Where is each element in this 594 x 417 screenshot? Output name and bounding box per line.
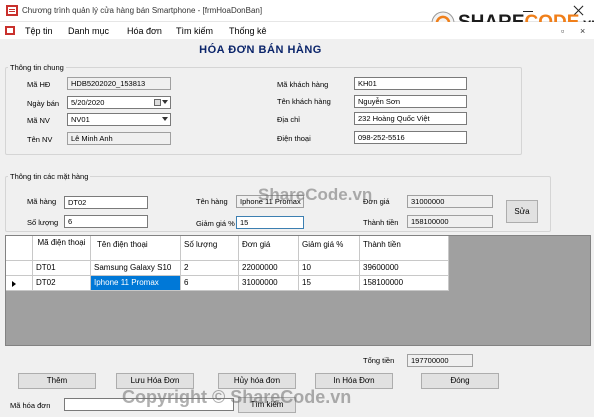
- cell-ten-dt-selected[interactable]: Iphone 11 Promax: [91, 276, 181, 290]
- mdi-close-button[interactable]: ×: [580, 26, 585, 36]
- ngay-ban-datepicker[interactable]: 5/20/2020: [67, 96, 171, 109]
- thanh-tien-field[interactable]: 158100000: [407, 215, 493, 228]
- chevron-down-icon: [162, 117, 168, 121]
- ma-hd-field[interactable]: HDB5202020_153813: [67, 77, 171, 90]
- ma-hd-label: Mã HĐ: [27, 80, 51, 89]
- cell-don-gia[interactable]: 22000000: [239, 261, 299, 275]
- ma-nv-combobox[interactable]: NV01: [67, 113, 171, 126]
- menu-tep-tin[interactable]: Tệp tin: [25, 26, 53, 36]
- watermark-mid: ShareCode.vn: [258, 185, 373, 204]
- cell-ten-dt[interactable]: Samsung Galaxy S10: [91, 261, 181, 275]
- ma-nv-value: NV01: [71, 115, 90, 124]
- dong-button[interactable]: Đóng: [421, 373, 499, 389]
- menu-bar: Tệp tin Danh mục Hóa đơn Tìm kiếm Thống …: [0, 22, 594, 39]
- chevron-down-icon: [162, 100, 168, 104]
- row-header-corner: [6, 236, 33, 260]
- sua-button[interactable]: Sửa: [506, 200, 538, 223]
- cell-ma-dt[interactable]: DT02: [33, 276, 91, 290]
- general-info-title: Thông tin chung: [10, 63, 64, 72]
- tong-tien-label: Tổng tiền: [363, 356, 395, 365]
- ten-kh-field[interactable]: Nguyễn Sơn: [354, 95, 467, 108]
- giam-gia-label: Giảm giá %: [196, 219, 235, 228]
- them-button[interactable]: Thêm: [18, 373, 96, 389]
- ten-kh-label: Tên khách hàng: [277, 97, 331, 106]
- don-gia-field[interactable]: 31000000: [407, 195, 493, 208]
- search-ma-hd-label: Mã hóa đơn: [10, 401, 51, 410]
- ma-kh-field[interactable]: KH01: [354, 77, 467, 90]
- tong-tien-field[interactable]: 197700000: [407, 354, 473, 367]
- ten-hang-label: Tên hàng: [196, 197, 228, 206]
- cell-so-luong[interactable]: 2: [181, 261, 239, 275]
- row-header[interactable]: [6, 261, 33, 275]
- cell-thanh-tien[interactable]: 158100000: [360, 276, 449, 290]
- grid-header: Mã điện thoại Tên điện thoại Số lượng Đơ…: [6, 236, 449, 261]
- menu-danh-muc[interactable]: Danh mục: [68, 26, 109, 36]
- so-luong-label: Số lượng: [27, 218, 59, 227]
- ma-hang-label: Mã hàng: [27, 197, 57, 206]
- menu-tim-kiem[interactable]: Tìm kiếm: [176, 26, 213, 36]
- cell-giam-gia[interactable]: 10: [299, 261, 360, 275]
- calendar-icon: [154, 99, 161, 106]
- dia-chi-label: Địa chỉ: [277, 115, 300, 124]
- table-row[interactable]: DT01 Samsung Galaxy S10 2 22000000 10 39…: [6, 261, 449, 276]
- cell-ma-dt[interactable]: DT01: [33, 261, 91, 275]
- dia-chi-field[interactable]: 232 Hoàng Quốc Việt: [354, 112, 467, 125]
- thanh-tien-label: Thành tiền: [363, 218, 399, 227]
- col-header-thanh-tien[interactable]: Thành tiền: [360, 236, 449, 260]
- watermark-bottom: Copyright © ShareCode.vn: [122, 387, 352, 407]
- col-header-ma-dt[interactable]: Mã điện thoại: [33, 236, 91, 260]
- mdi-child-icon[interactable]: [5, 26, 15, 35]
- col-header-don-gia[interactable]: Đơn giá: [239, 236, 299, 260]
- dien-thoai-field[interactable]: 098-252-5516: [354, 131, 467, 144]
- app-icon: [6, 5, 18, 16]
- ma-hang-field[interactable]: DT02: [64, 196, 148, 209]
- col-header-giam-gia[interactable]: Giảm giá %: [299, 236, 360, 260]
- ngay-ban-value: 5/20/2020: [71, 98, 105, 107]
- cell-so-luong[interactable]: 6: [181, 276, 239, 290]
- menu-thong-ke[interactable]: Thống kê: [229, 26, 267, 36]
- cell-don-gia[interactable]: 31000000: [239, 276, 299, 290]
- ten-nv-label: Tên NV: [27, 135, 53, 144]
- menu-hoa-don[interactable]: Hóa đơn: [127, 26, 162, 36]
- current-row-icon: [12, 281, 16, 287]
- so-luong-field[interactable]: 6: [64, 215, 148, 228]
- table-row[interactable]: DT02 Iphone 11 Promax 6 31000000 15 1581…: [6, 276, 449, 291]
- row-header-current[interactable]: [6, 276, 33, 290]
- dien-thoai-label: Điện thoại: [277, 134, 311, 143]
- form-title: HÓA ĐƠN BÁN HÀNG: [199, 44, 322, 56]
- giam-gia-field[interactable]: 15: [236, 216, 304, 229]
- cell-thanh-tien[interactable]: 39600000: [360, 261, 449, 275]
- invoice-detail-grid[interactable]: Mã điện thoại Tên điện thoại Số lượng Đơ…: [5, 235, 591, 346]
- window-title: Chương trình quản lý cửa hàng bán Smartp…: [22, 6, 263, 15]
- ten-nv-field[interactable]: Lê Minh Anh: [67, 132, 171, 145]
- mdi-restore-button[interactable]: ▫: [561, 26, 564, 36]
- ma-nv-label: Mã NV: [27, 116, 50, 125]
- items-info-title: Thông tin các mặt hàng: [10, 172, 89, 181]
- cell-giam-gia[interactable]: 15: [299, 276, 360, 290]
- col-header-so-luong[interactable]: Số lượng: [181, 236, 239, 260]
- ngay-ban-label: Ngày bán: [27, 99, 60, 108]
- col-header-ten-dt[interactable]: Tên điện thoại: [91, 236, 181, 260]
- ma-kh-label: Mã khách hàng: [277, 80, 329, 89]
